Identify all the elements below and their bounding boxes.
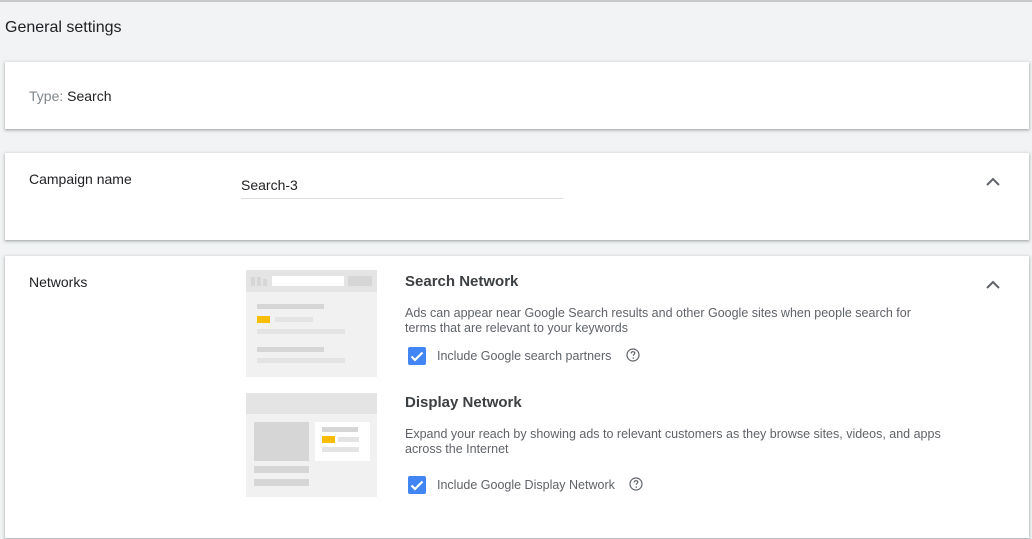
- help-circle-icon[interactable]: [629, 477, 643, 491]
- search-network-title: Search Network: [405, 273, 519, 290]
- type-value: Search: [67, 88, 112, 104]
- search-partners-label[interactable]: Include Google search partners: [437, 349, 611, 363]
- campaign-name-field: [241, 173, 563, 199]
- chevron-up-icon[interactable]: [983, 171, 1003, 191]
- search-partners-checkbox[interactable]: [408, 347, 426, 365]
- campaign-name-label: Campaign name: [29, 171, 132, 187]
- campaign-type-card: Type: Search: [5, 62, 1029, 129]
- display-network-description: Expand your reach by showing ads to rele…: [405, 427, 941, 456]
- networks-card: Networks Search Network Ads can appear n…: [5, 256, 1029, 538]
- networks-label: Networks: [29, 274, 88, 290]
- display-network-illustration: [246, 393, 377, 497]
- display-network-label[interactable]: Include Google Display Network: [437, 478, 615, 492]
- help-circle-icon[interactable]: [626, 348, 640, 362]
- campaign-name-card: Campaign name: [5, 153, 1029, 240]
- display-network-title: Display Network: [405, 394, 522, 411]
- check-icon: [410, 351, 424, 362]
- chevron-up-icon[interactable]: [983, 274, 1003, 294]
- check-icon: [410, 480, 424, 491]
- page-title: General settings: [5, 19, 122, 36]
- search-network-description: Ads can appear near Google Search result…: [405, 306, 911, 335]
- campaign-name-input[interactable]: [241, 173, 563, 197]
- type-label: Type:: [29, 88, 64, 104]
- search-network-illustration: [246, 270, 377, 377]
- display-network-checkbox[interactable]: [408, 476, 426, 494]
- campaign-type: Type: Search: [29, 88, 112, 104]
